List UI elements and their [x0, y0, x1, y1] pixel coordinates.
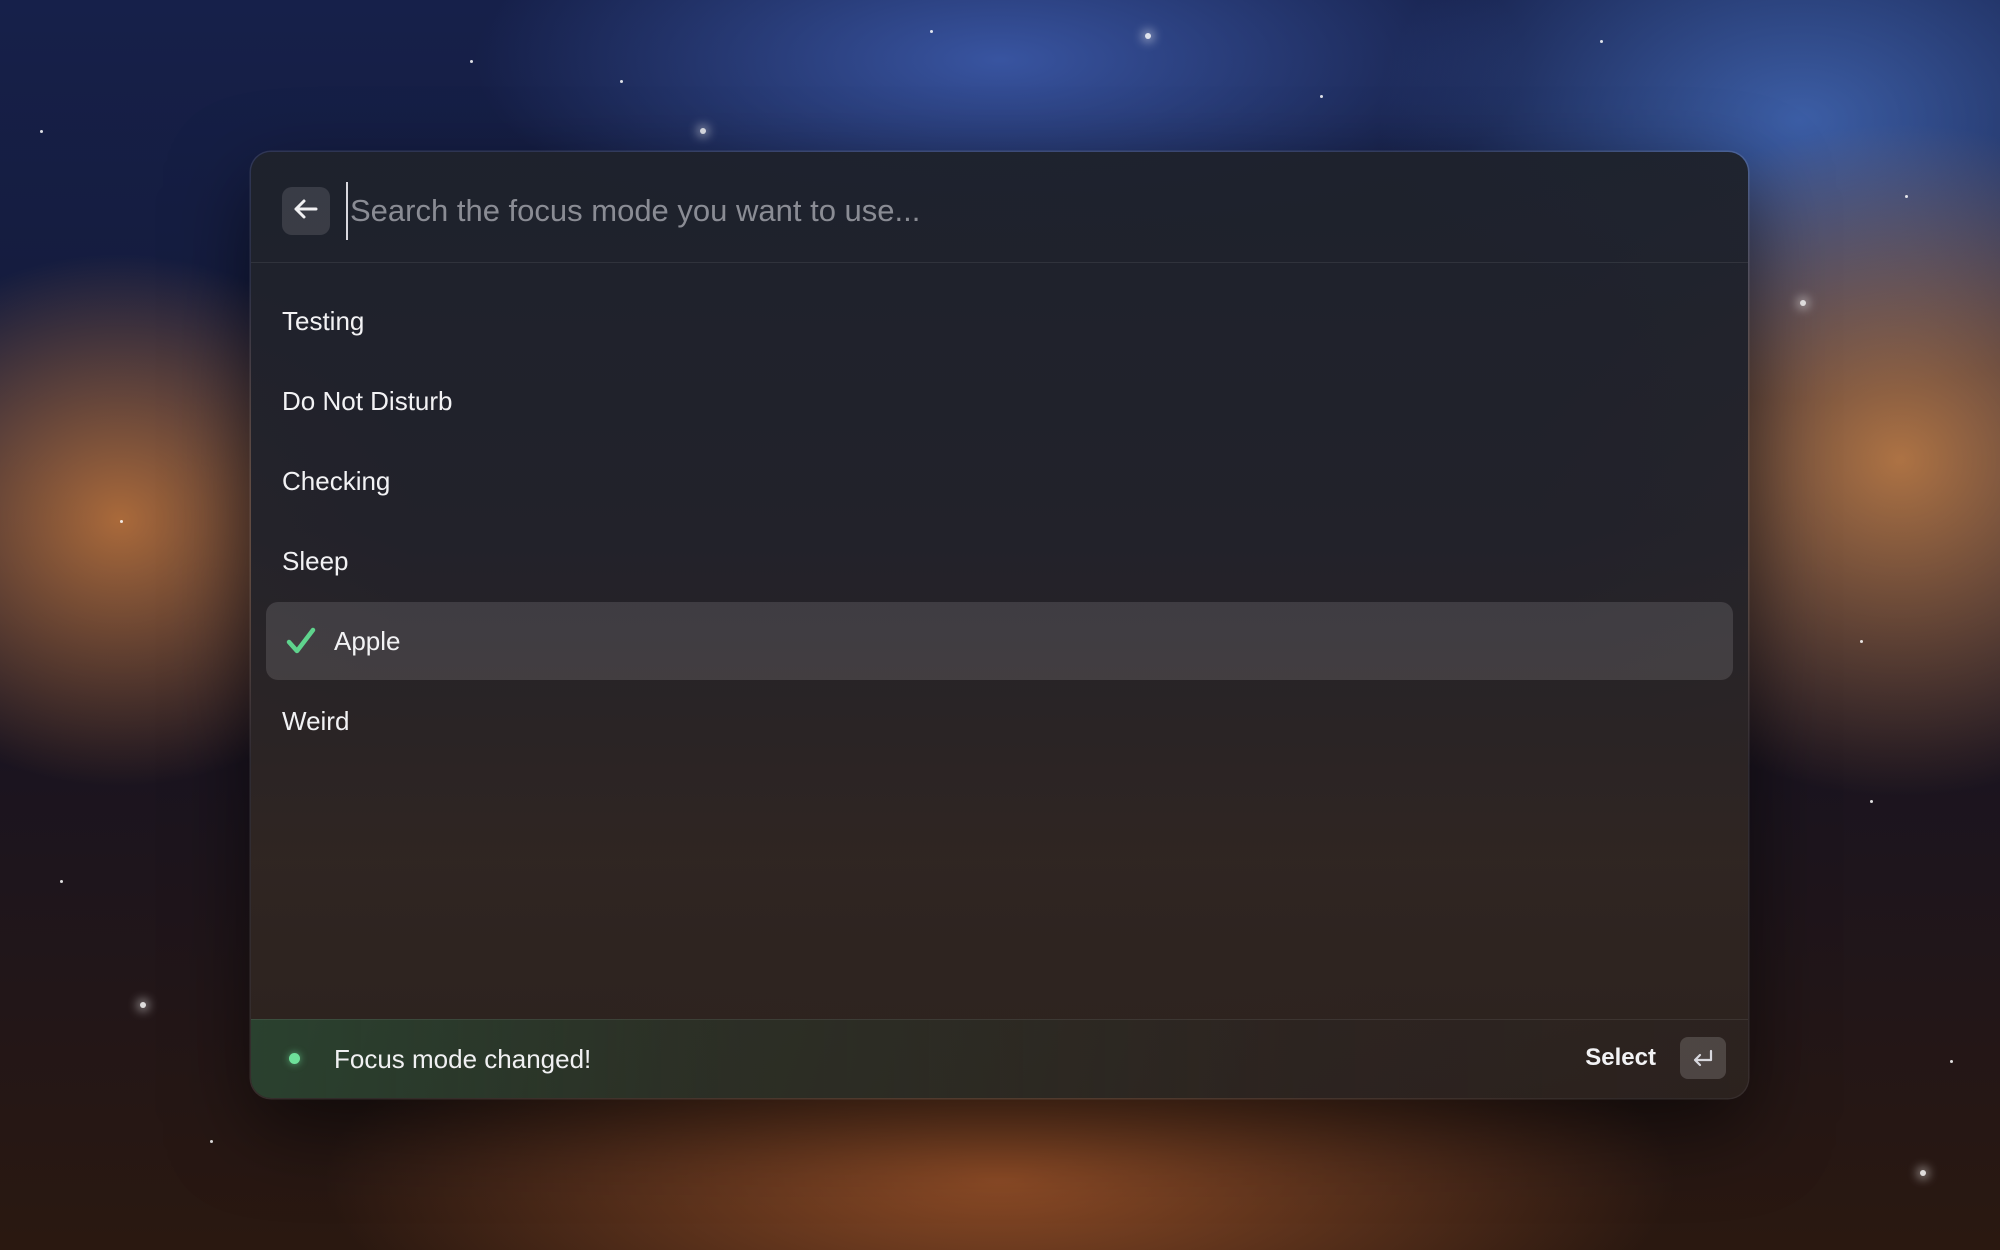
list-item-label: Weird	[282, 705, 350, 736]
list-item-checking[interactable]: Checking	[266, 442, 1733, 520]
list-item-weird[interactable]: Weird	[266, 682, 1733, 760]
search-input[interactable]	[346, 182, 1712, 240]
checkmark-icon	[286, 626, 316, 656]
list-item-sleep[interactable]: Sleep	[266, 522, 1733, 600]
focus-mode-window: Testing Do Not Disturb Checking Sleep Ap…	[251, 152, 1748, 1098]
list-item-do-not-disturb[interactable]: Do Not Disturb	[266, 362, 1733, 440]
list-item-label: Sleep	[282, 545, 349, 576]
select-action-button[interactable]: Select	[1585, 1044, 1656, 1072]
status-dot-icon	[289, 1053, 300, 1064]
arrow-left-icon	[293, 198, 319, 225]
search-bar	[251, 152, 1748, 263]
list-item-label: Checking	[282, 465, 391, 496]
list-item-label: Do Not Disturb	[282, 385, 453, 416]
action-bar: Focus mode changed! Select	[251, 1019, 1748, 1098]
back-button[interactable]	[282, 187, 330, 235]
list-item-testing[interactable]: Testing	[266, 282, 1733, 360]
list-item-apple[interactable]: Apple	[266, 602, 1733, 680]
status-message: Focus mode changed!	[334, 1044, 592, 1074]
list-item-label: Testing	[282, 305, 365, 336]
list-item-label: Apple	[334, 625, 401, 656]
return-key-icon[interactable]	[1680, 1037, 1726, 1079]
